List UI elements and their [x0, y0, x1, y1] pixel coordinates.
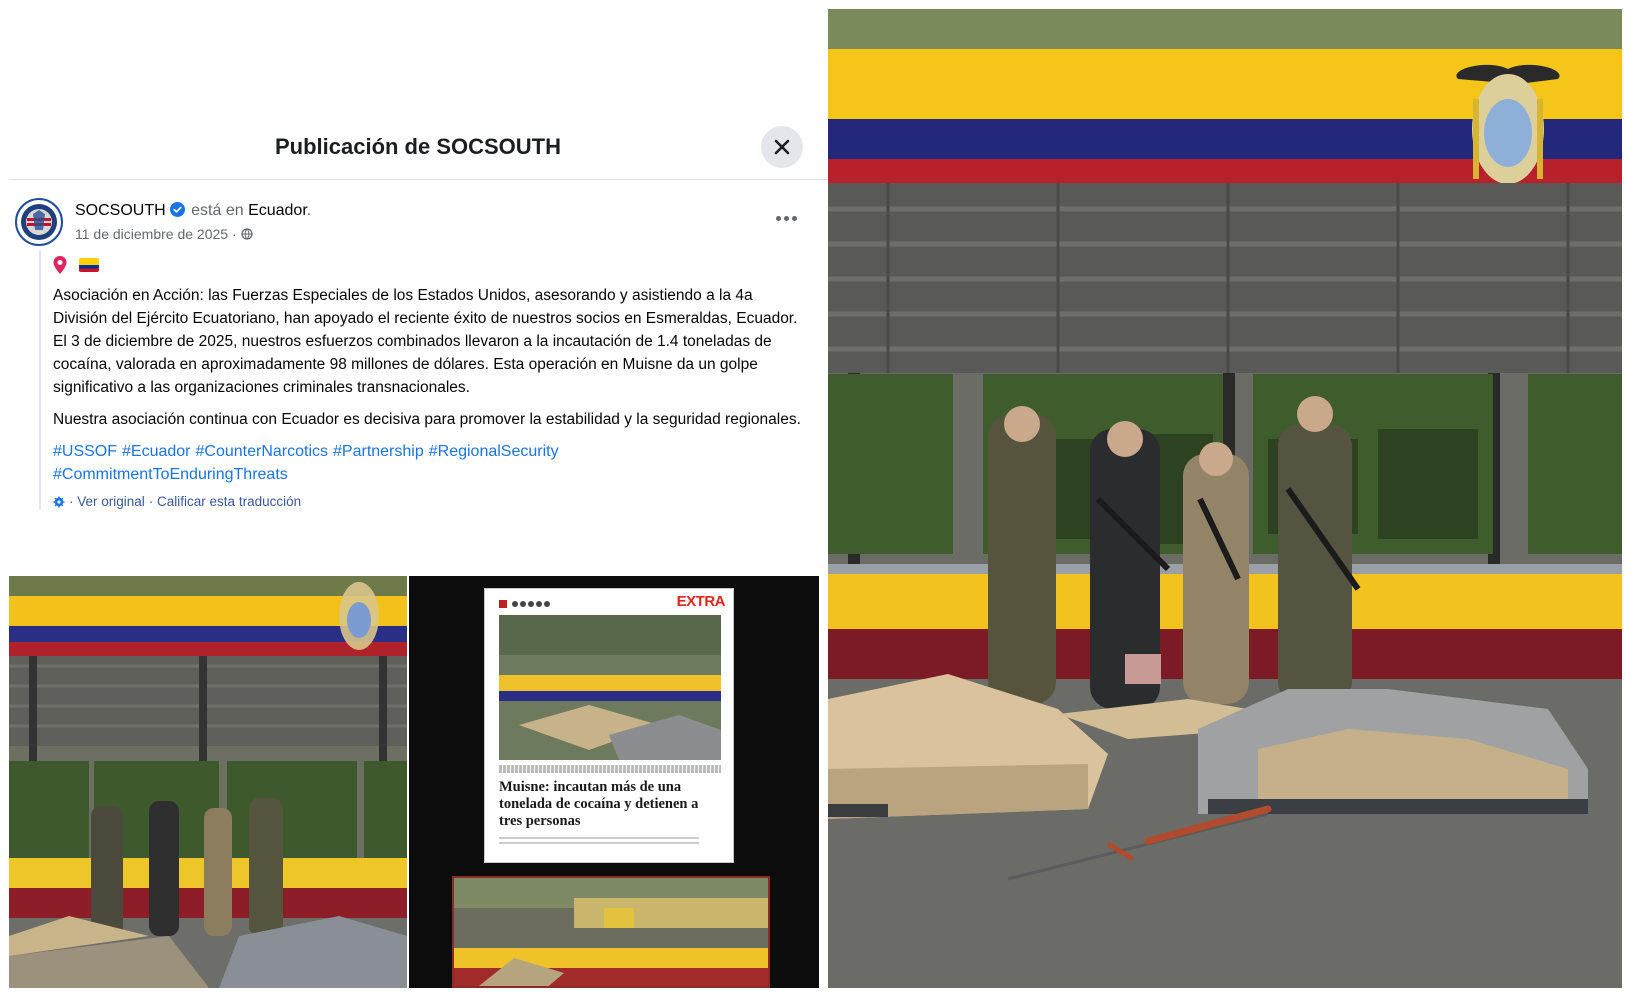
pin-icon — [53, 256, 67, 274]
news-second-photo — [452, 876, 770, 988]
post-text: Asociación en Acción: las Fuerzas Especi… — [53, 284, 809, 431]
more-options-button[interactable] — [771, 208, 801, 228]
socsouth-logo-icon — [18, 201, 60, 243]
location-prefix: está en — [191, 202, 244, 219]
location-suffix: . — [306, 202, 312, 219]
news-headline: Muisne: incautan más de una tonelada de … — [499, 779, 699, 829]
hashtag-link[interactable]: #Ecuador — [122, 443, 191, 460]
main-photo — [828, 9, 1622, 988]
news-toolbar-icons — [499, 600, 550, 608]
globe-icon — [240, 228, 253, 240]
seizure-scene — [828, 9, 1622, 988]
close-button[interactable] — [761, 126, 803, 168]
hashtag-link[interactable]: #CommitmentToEnduringThreats — [53, 466, 288, 483]
author-line: SOCSOUTH está en Ecuador. — [75, 202, 311, 220]
hashtag-link[interactable]: #CounterNarcotics — [196, 443, 329, 460]
post-photo-1[interactable] — [9, 576, 407, 988]
news-photo — [499, 615, 721, 760]
avatar[interactable] — [15, 198, 63, 246]
coat-of-arms-icon — [339, 582, 379, 650]
news-caption-line — [499, 765, 721, 773]
post-body: Asociación en Acción: las Fuerzas Especi… — [39, 250, 809, 509]
gear-icon — [53, 496, 65, 507]
seizure-photo-thumbnail — [9, 576, 407, 988]
post-paragraph: Asociación en Acción: las Fuerzas Especi… — [53, 287, 798, 396]
post-photo-2[interactable]: EXTRA Muisne: incautan más de una tonela… — [409, 576, 819, 988]
more-dot-icon — [775, 215, 781, 221]
date-separator: · — [231, 226, 237, 242]
news-logo: EXTRA — [676, 593, 726, 610]
hashtag-link[interactable]: #USSOF — [53, 443, 117, 460]
hashtag-link[interactable]: #Partnership — [333, 443, 424, 460]
location-link[interactable]: Ecuador — [248, 202, 307, 219]
news-summary-lines — [499, 837, 699, 847]
dialog-title: Publicación de SOCSOUTH — [274, 134, 562, 159]
post-author-row: SOCSOUTH está en Ecuador. 11 de diciembr… — [15, 198, 815, 248]
post-paragraph: Nuestra asociación continua con Ecuador … — [53, 411, 801, 428]
author-name[interactable]: SOCSOUTH — [75, 202, 166, 219]
news-article-card: EXTRA Muisne: incautan más de una tonela… — [484, 588, 734, 863]
close-icon — [774, 139, 790, 155]
post-date-line: 11 de diciembre de 2025 · — [75, 226, 253, 242]
post-date[interactable]: 11 de diciembre de 2025 — [75, 226, 228, 242]
translation-bar: · Ver original · Calificar esta traducci… — [53, 494, 809, 509]
verified-badge-icon — [169, 202, 185, 217]
see-original-link[interactable]: · Ver original — [69, 494, 145, 509]
more-dot-icon — [791, 215, 797, 221]
emoji-line — [53, 250, 809, 280]
hashtag-list: #USSOF #Ecuador #CounterNarcotics #Partners… — [53, 440, 809, 486]
dialog-header: Publicación de SOCSOUTH — [9, 120, 827, 180]
hashtag-link[interactable]: #RegionalSecurity — [429, 443, 559, 460]
ecuador-flag-icon — [79, 258, 99, 272]
more-dot-icon — [783, 215, 789, 221]
rate-translation-link[interactable]: · Calificar esta traducción — [149, 494, 301, 509]
